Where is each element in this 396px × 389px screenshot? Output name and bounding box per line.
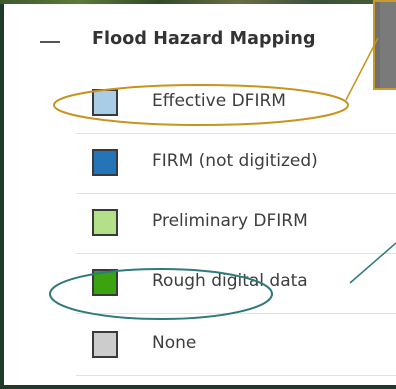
callout-leader-line-1 [345,37,379,101]
highlight-ellipse-2 [49,268,273,320]
highlight-ellipse-1 [53,84,349,126]
callout-leader-line-2 [349,242,396,284]
annotation-overlay [49,37,396,320]
